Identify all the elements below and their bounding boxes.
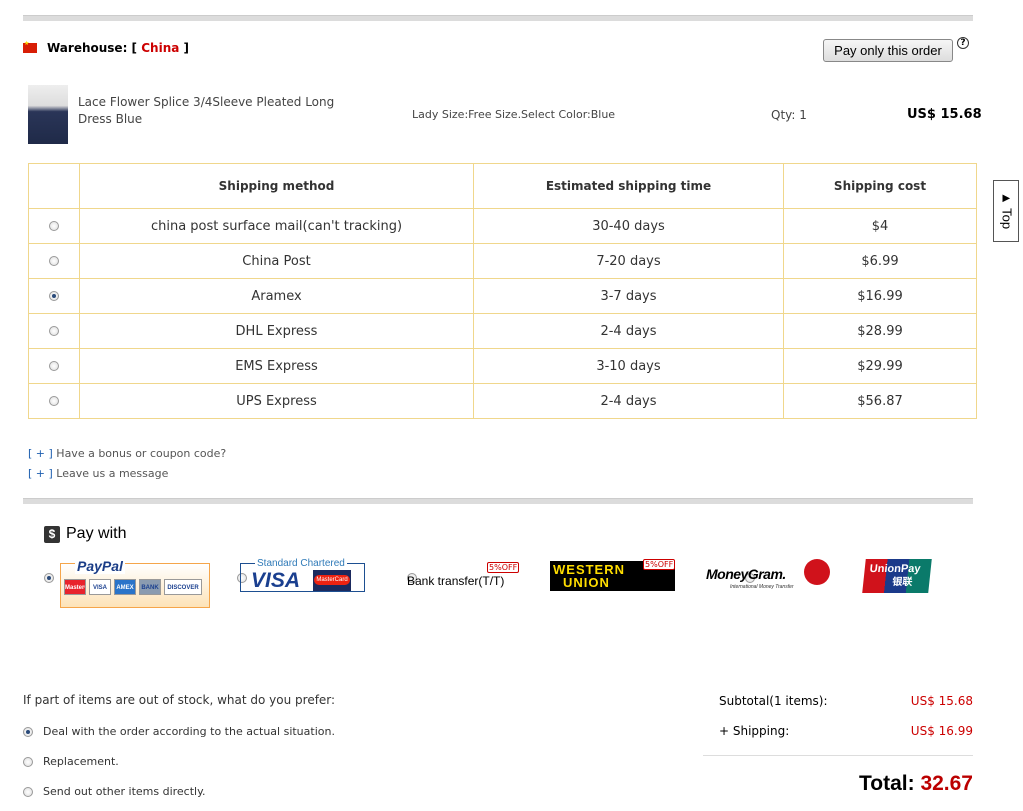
subtotal-label: Subtotal(1 items): (719, 694, 828, 708)
card-logo: MasterCard (64, 579, 86, 595)
shipping-radio[interactable] (49, 221, 59, 231)
shipping-row[interactable]: China Post 7-20 days $6.99 (28, 243, 977, 279)
message-link[interactable]: [ + ] Leave us a message (28, 467, 168, 480)
card-logo: DISCOVER (164, 579, 202, 595)
unionpay-logo[interactable]: UnionPay 银联 (862, 559, 932, 593)
header-method: Shipping method (79, 163, 474, 209)
shipping-row[interactable]: Aramex 3-7 days $16.99 (28, 278, 977, 314)
stock-question: If part of items are out of stock, what … (23, 693, 336, 707)
radio[interactable] (23, 787, 33, 797)
discount-badge: 5%OFF (643, 559, 676, 570)
shipping-time: 2-4 days (473, 383, 784, 419)
shipping-radio[interactable] (49, 361, 59, 371)
help-icon[interactable]: ? (957, 37, 969, 49)
header-cost: Shipping cost (783, 163, 977, 209)
stock-option-deal[interactable]: Deal with the order according to the act… (23, 725, 335, 738)
radio-cell[interactable] (28, 348, 80, 384)
shipping-method: DHL Express (79, 313, 474, 349)
shipping-cost: $16.99 (783, 278, 977, 314)
radio-cell[interactable] (28, 208, 80, 244)
shipping-row[interactable]: UPS Express 2-4 days $56.87 (28, 383, 977, 419)
shipping-cost: $28.99 (783, 313, 977, 349)
product-thumbnail[interactable] (28, 85, 68, 144)
shipping-cost: $56.87 (783, 383, 977, 419)
warehouse-label: Warehouse: [ China ] (47, 41, 190, 55)
shipping-row[interactable]: DHL Express 2-4 days $28.99 (28, 313, 977, 349)
paypal-logo[interactable]: PayPal MasterCardVISAAMEXBANKDISCOVER (60, 558, 210, 608)
shipping-radio[interactable] (49, 291, 59, 301)
header-time: Estimated shipping time (473, 163, 784, 209)
shipping-method: china post surface mail(can't tracking) (79, 208, 474, 244)
shipping-cost: $29.99 (783, 348, 977, 384)
radio-cell[interactable] (28, 383, 80, 419)
shipping-method: China Post (79, 243, 474, 279)
shipping-time: 3-10 days (473, 348, 784, 384)
shipping-method: EMS Express (79, 348, 474, 384)
stock-option-replacement[interactable]: Replacement. (23, 755, 119, 768)
radio-cell[interactable] (28, 243, 80, 279)
stock-option-send-other[interactable]: Send out other items directly. (23, 785, 206, 798)
radio[interactable] (23, 757, 33, 767)
product-qty: Qty: 1 (771, 108, 807, 122)
coupon-link[interactable]: [ + ] Have a bonus or coupon code? (28, 447, 226, 460)
shipping-radio[interactable] (49, 396, 59, 406)
back-to-top-button[interactable]: ▲ Top (993, 180, 1019, 242)
china-flag-icon (23, 40, 37, 53)
shipping-row[interactable]: china post surface mail(can't tracking) 3… (28, 208, 977, 244)
product-name[interactable]: Lace Flower Splice 3/4Sleeve Pleated Lon… (78, 94, 358, 128)
product-attributes: Lady Size:Free Size.Select Color:Blue (412, 108, 616, 121)
shipping-time: 2-4 days (473, 313, 784, 349)
card-logo: AMEX (114, 579, 136, 595)
divider (703, 755, 973, 756)
shipping-label: + Shipping: (719, 724, 790, 738)
pay-only-this-order-button[interactable]: Pay only this order (823, 39, 953, 62)
shipping-method: Aramex (79, 278, 474, 314)
bank-transfer-option[interactable]: Bank transfer(T/T) (407, 574, 504, 588)
shipping-time: 7-20 days (473, 243, 784, 279)
shipping-radio[interactable] (49, 256, 59, 266)
paypal-radio[interactable] (44, 572, 54, 583)
radio-cell[interactable] (28, 313, 80, 349)
divider (23, 15, 973, 21)
shipping-value: US$ 16.99 (910, 724, 973, 738)
card-logo: BANK (139, 579, 161, 595)
product-price: US$ 15.68 (907, 107, 982, 122)
standard-chartered-logo[interactable]: Standard Chartered VISA MasterCard (240, 558, 365, 592)
shipping-time: 30-40 days (473, 208, 784, 244)
moneygram-logo[interactable]: MoneyGram. International Money Transfer (706, 559, 831, 592)
shipping-method: UPS Express (79, 383, 474, 419)
shipping-table: Shipping method Estimated shipping time Sh… (28, 163, 977, 419)
radio[interactable] (23, 727, 33, 737)
divider (23, 498, 973, 504)
discount-badge: 5%OFF (487, 562, 520, 573)
shipping-cost: $4 (783, 208, 977, 244)
radio-cell[interactable] (28, 278, 80, 314)
table-header: Shipping method Estimated shipping time Sh… (28, 163, 977, 209)
card-logo: VISA (89, 579, 111, 595)
dollar-icon: $ (44, 526, 60, 543)
shipping-time: 3-7 days (473, 278, 784, 314)
subtotal-value: US$ 15.68 (910, 694, 973, 708)
pay-with-heading: $ Pay with (44, 525, 126, 543)
shipping-row[interactable]: EMS Express 3-10 days $29.99 (28, 348, 977, 384)
shipping-cost: $6.99 (783, 243, 977, 279)
shipping-radio[interactable] (49, 326, 59, 336)
order-total: Total: 32.67 (858, 772, 973, 795)
